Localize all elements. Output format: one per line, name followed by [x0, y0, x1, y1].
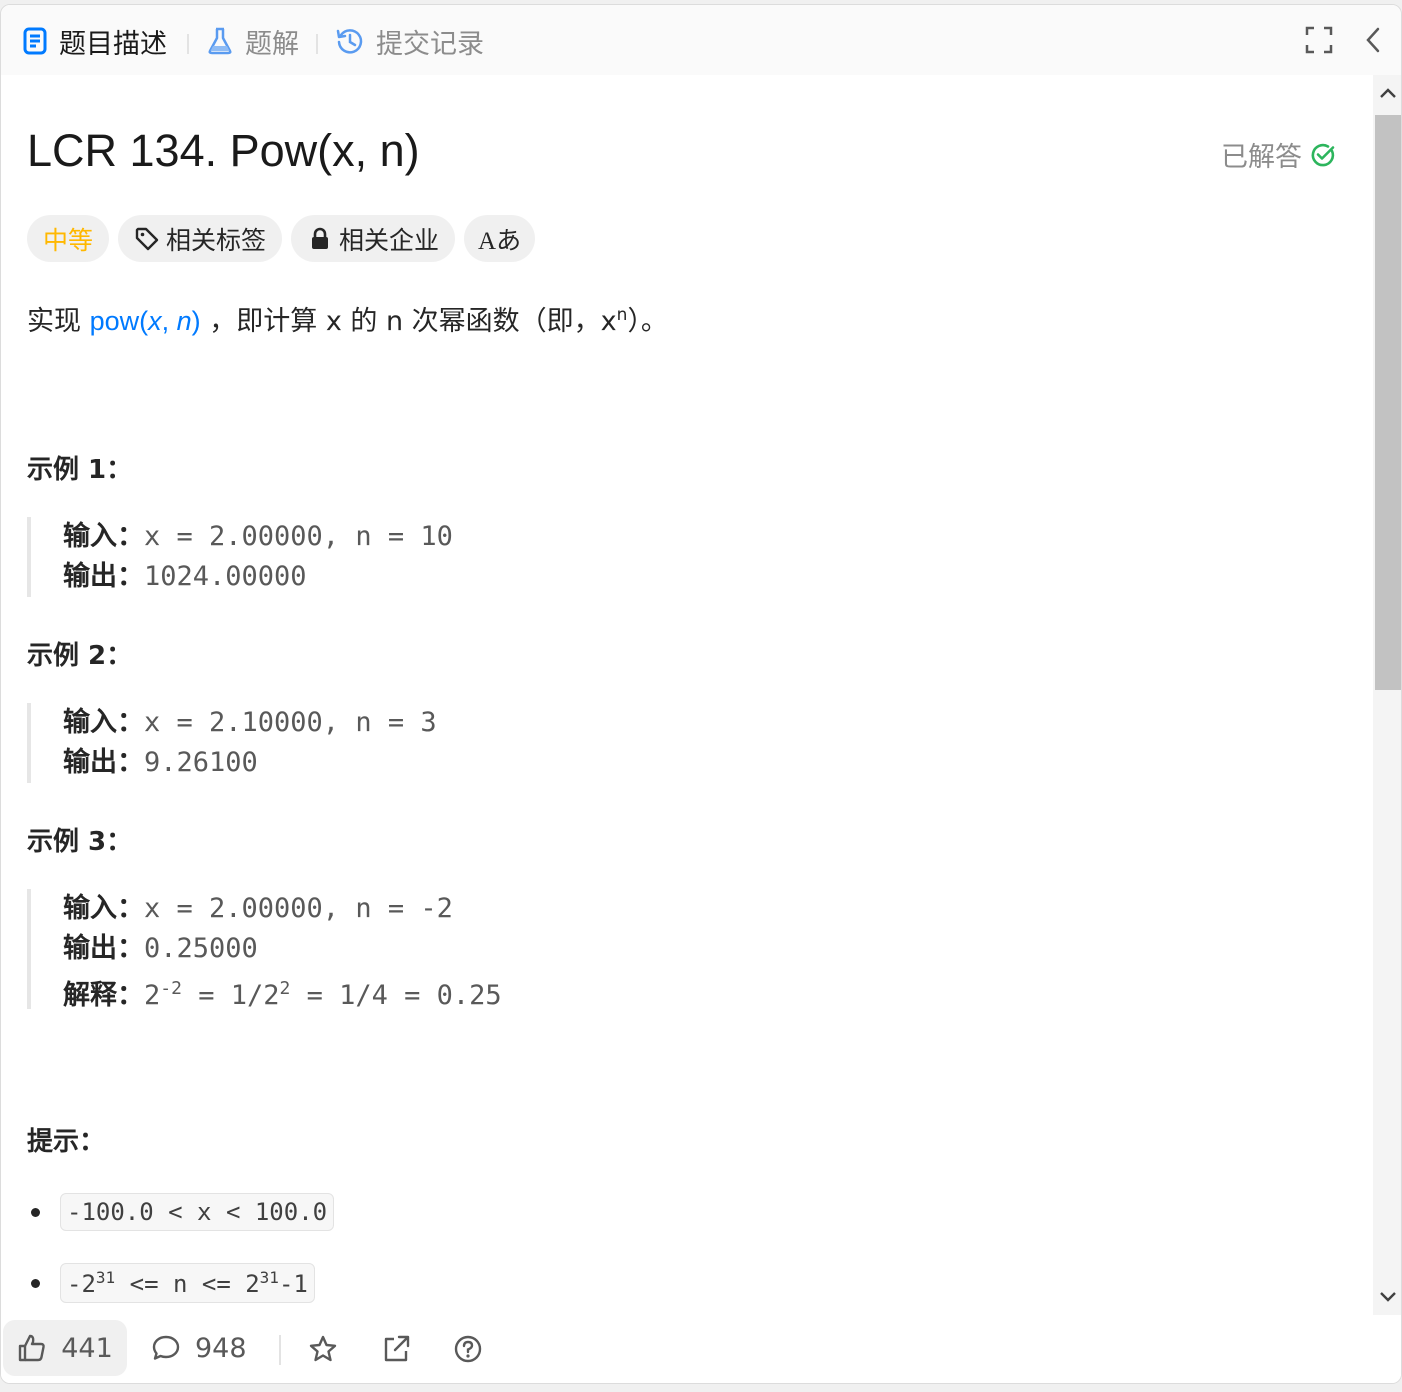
scrollbar-thumb[interactable]	[1375, 115, 1401, 690]
explain-label: 解释：	[63, 980, 144, 1011]
input-label: 输入：	[63, 521, 144, 552]
output-label: 输出：	[63, 933, 144, 964]
like-button[interactable]: 441	[3, 1320, 127, 1376]
related-companies-label: 相关企业	[339, 225, 440, 255]
comment-icon	[152, 1335, 180, 1360]
input-value: x = 2.10000, n = 3	[144, 707, 437, 738]
solved-status-label: 已解答	[1221, 142, 1302, 173]
chevron-up-icon[interactable]	[1379, 85, 1397, 103]
chevron-left-icon[interactable]	[1359, 25, 1389, 55]
action-bar: 441 948	[1, 1315, 1401, 1383]
difficulty-badge[interactable]: 中等	[27, 215, 110, 262]
constraint-text: -2	[67, 1270, 96, 1298]
example-1-output: 输出：1024.00000	[63, 557, 453, 597]
vertical-scrollbar[interactable]	[1373, 75, 1401, 1315]
input-value: x = 2.00000, n = -2	[144, 893, 453, 924]
translate-icon: Aあ	[478, 227, 522, 255]
tab-solutions[interactable]: 题解	[207, 21, 299, 61]
tab-divider	[316, 34, 318, 54]
example-1-input: 输入：x = 2.00000, n = 10	[63, 517, 453, 557]
example-2-input: 输入：x = 2.10000, n = 3	[63, 703, 437, 743]
constraint-code: -231 <= n <= 231-1	[60, 1263, 315, 1303]
superscript: 2	[279, 978, 291, 999]
action-divider	[279, 1335, 281, 1365]
superscript: 31	[95, 1268, 116, 1287]
superscript: n	[616, 305, 628, 325]
explain-text: 2	[144, 980, 161, 1011]
fullscreen-icon[interactable]	[1304, 25, 1334, 55]
thumbs-up-icon	[19, 1334, 45, 1362]
example-3-output: 输出：0.25000	[63, 929, 502, 969]
explain-text: = 1/4 = 0.25	[290, 980, 502, 1011]
description-text: ，即计算 x 的 n 次幂函数（即，x	[200, 306, 617, 337]
like-count: 441	[61, 1332, 113, 1364]
problem-chips: 中等 相关标签 相关企业 Aあ	[27, 215, 544, 262]
pow-link-x: x	[148, 306, 162, 336]
solved-status: 已解答	[1221, 135, 1336, 174]
output-value: 0.25000	[144, 933, 258, 964]
related-tags-button[interactable]: 相关标签	[118, 215, 283, 262]
example-2-heading: 示例 2：	[27, 641, 133, 671]
related-tags-label: 相关标签	[166, 225, 267, 255]
example-2-output: 输出：9.26100	[63, 743, 437, 783]
constraint-item: -231 <= n <= 231-1	[31, 1263, 315, 1303]
superscript: 31	[259, 1268, 279, 1287]
chevron-down-icon[interactable]	[1379, 1287, 1397, 1305]
pow-link-close: )	[191, 306, 201, 336]
tab-submissions-label: 提交记录	[376, 28, 484, 60]
tag-icon	[135, 227, 159, 250]
star-icon[interactable]	[308, 1334, 338, 1364]
tab-submissions[interactable]: 提交记录	[336, 21, 484, 61]
tab-divider	[187, 34, 189, 54]
superscript: -2	[160, 978, 182, 999]
explain-text: = 1/2	[181, 980, 280, 1011]
output-label: 输出：	[63, 747, 144, 778]
example-2-block: 输入：x = 2.10000, n = 3 输出：9.26100	[27, 703, 437, 783]
pow-link[interactable]: pow(x, n)	[90, 306, 201, 336]
description-text: ）。	[627, 306, 668, 337]
example-3-input: 输入：x = 2.00000, n = -2	[63, 889, 502, 929]
problem-content: LCR 134. Pow(x, n) 已解答 中等 相关标签 相关企业 Aあ 实…	[1, 75, 1371, 1315]
description-text: 实现	[27, 306, 90, 337]
share-icon[interactable]	[381, 1334, 411, 1364]
tab-description[interactable]: 题目描述	[23, 21, 167, 61]
input-label: 输入：	[63, 893, 144, 924]
tab-bar: 题目描述 题解 提交记录	[1, 5, 1401, 75]
pow-link-sep: ,	[161, 306, 177, 336]
constraint-item: -100.0 < x < 100.0	[31, 1193, 335, 1231]
constraints-heading: 提示：	[27, 1127, 106, 1157]
translate-button[interactable]: Aあ	[464, 215, 536, 262]
help-icon[interactable]	[453, 1334, 483, 1364]
tab-description-label: 题目描述	[59, 28, 167, 60]
bullet	[31, 1207, 40, 1217]
example-3-heading: 示例 3：	[27, 827, 133, 857]
constraint-text: -1	[278, 1270, 308, 1298]
output-value: 9.26100	[144, 747, 258, 778]
comment-count: 948	[195, 1332, 247, 1364]
output-label: 输出：	[63, 561, 144, 592]
page-title: LCR 134. Pow(x, n)	[27, 125, 420, 176]
flask-icon	[208, 27, 232, 55]
related-companies-button[interactable]: 相关企业	[291, 215, 456, 262]
constraint-text: <= n <= 2	[115, 1270, 260, 1298]
problem-panel: 题目描述 题解 提交记录 LCR 134. Pow(x, n) 已解答 中等 相…	[0, 4, 1402, 1384]
tab-solutions-label: 题解	[245, 28, 299, 60]
pow-link-n: n	[176, 306, 192, 336]
history-icon	[336, 29, 363, 54]
example-3-block: 输入：x = 2.00000, n = -2 输出：0.25000 解释：2-2…	[27, 889, 502, 1011]
example-1-block: 输入：x = 2.00000, n = 10 输出：1024.00000	[27, 517, 453, 597]
comments-button[interactable]: 948	[151, 1320, 247, 1376]
constraint-code: -100.0 < x < 100.0	[60, 1193, 335, 1231]
output-value: 1024.00000	[144, 561, 307, 592]
pow-link-fn: pow(	[89, 306, 149, 336]
example-3-explanation: 解释：2-2 = 1/22 = 1/4 = 0.25	[63, 969, 502, 1011]
input-label: 输入：	[63, 707, 144, 738]
input-value: x = 2.00000, n = 10	[144, 521, 453, 552]
lock-icon	[312, 227, 329, 249]
bullet	[31, 1278, 40, 1288]
problem-description: 实现 pow(x, n) ，即计算 x 的 n 次幂函数（即，xn）。	[27, 299, 668, 338]
check-circle-icon	[1311, 143, 1335, 166]
document-icon	[23, 27, 47, 55]
example-1-heading: 示例 1：	[27, 455, 133, 485]
